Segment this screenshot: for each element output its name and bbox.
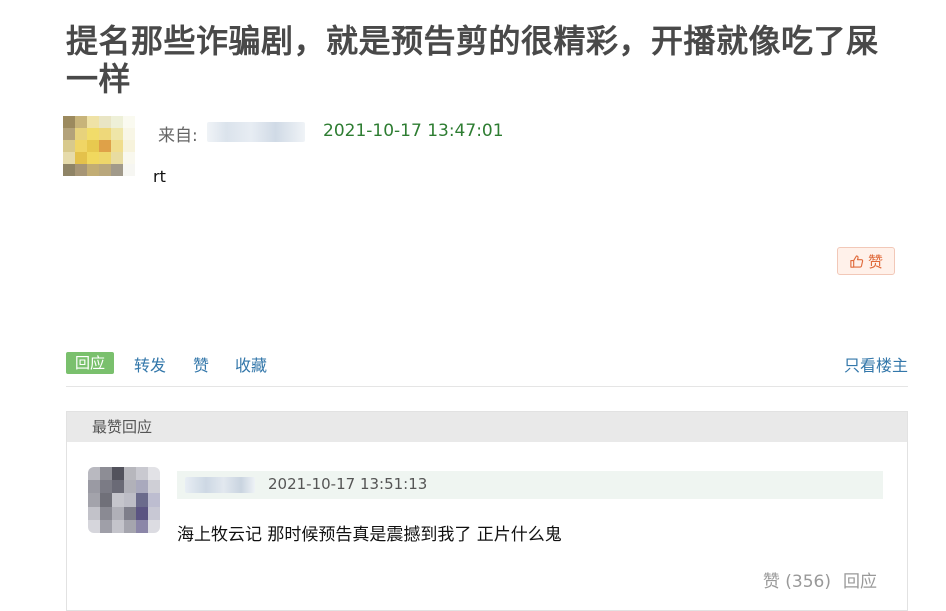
reply-button[interactable]: 回应 — [66, 352, 115, 374]
reply-like-link[interactable]: 赞 (356) — [763, 572, 831, 592]
from-label: 来自: — [158, 126, 198, 146]
reply-meta-bar: 2021-10-17 13:51:13 — [177, 471, 883, 499]
like-label: 赞 — [867, 252, 883, 271]
reply-time: 2021-10-17 13:51:13 — [268, 475, 428, 493]
best-replies-header: 最赞回应 — [67, 412, 907, 442]
post-title: 提名那些诈骗剧，就是预告剪的很精彩，开播就像吃了屎一样 — [66, 22, 879, 98]
reply-text: 海上牧云记 那时候预告真是震撼到我了 正片什么鬼 — [177, 525, 562, 545]
best-replies-section: 最赞回应 2021-10-17 13:51:13 海上牧云记 那时候预告真是震撼… — [66, 411, 908, 611]
collect-link[interactable]: 收藏 — [235, 352, 267, 376]
author-avatar[interactable] — [63, 116, 135, 176]
commenter-avatar[interactable] — [88, 467, 160, 533]
op-only-link[interactable]: 只看楼主 — [844, 352, 908, 376]
reply-actions: 赞 (356) 回应 — [763, 567, 877, 592]
action-bar: 回应 转发 赞 收藏 只看楼主 — [66, 350, 908, 387]
post-body: rt — [153, 167, 166, 186]
post-time: 2021-10-17 13:47:01 — [323, 121, 504, 141]
like-link[interactable]: 赞 — [193, 352, 209, 376]
author-name-blurred[interactable] — [207, 122, 305, 142]
thumbs-up-icon — [850, 254, 864, 268]
commenter-name-blurred[interactable] — [185, 477, 255, 493]
like-button[interactable]: 赞 — [837, 247, 895, 275]
reply-reply-link[interactable]: 回应 — [843, 572, 877, 592]
share-link[interactable]: 转发 — [134, 352, 166, 376]
